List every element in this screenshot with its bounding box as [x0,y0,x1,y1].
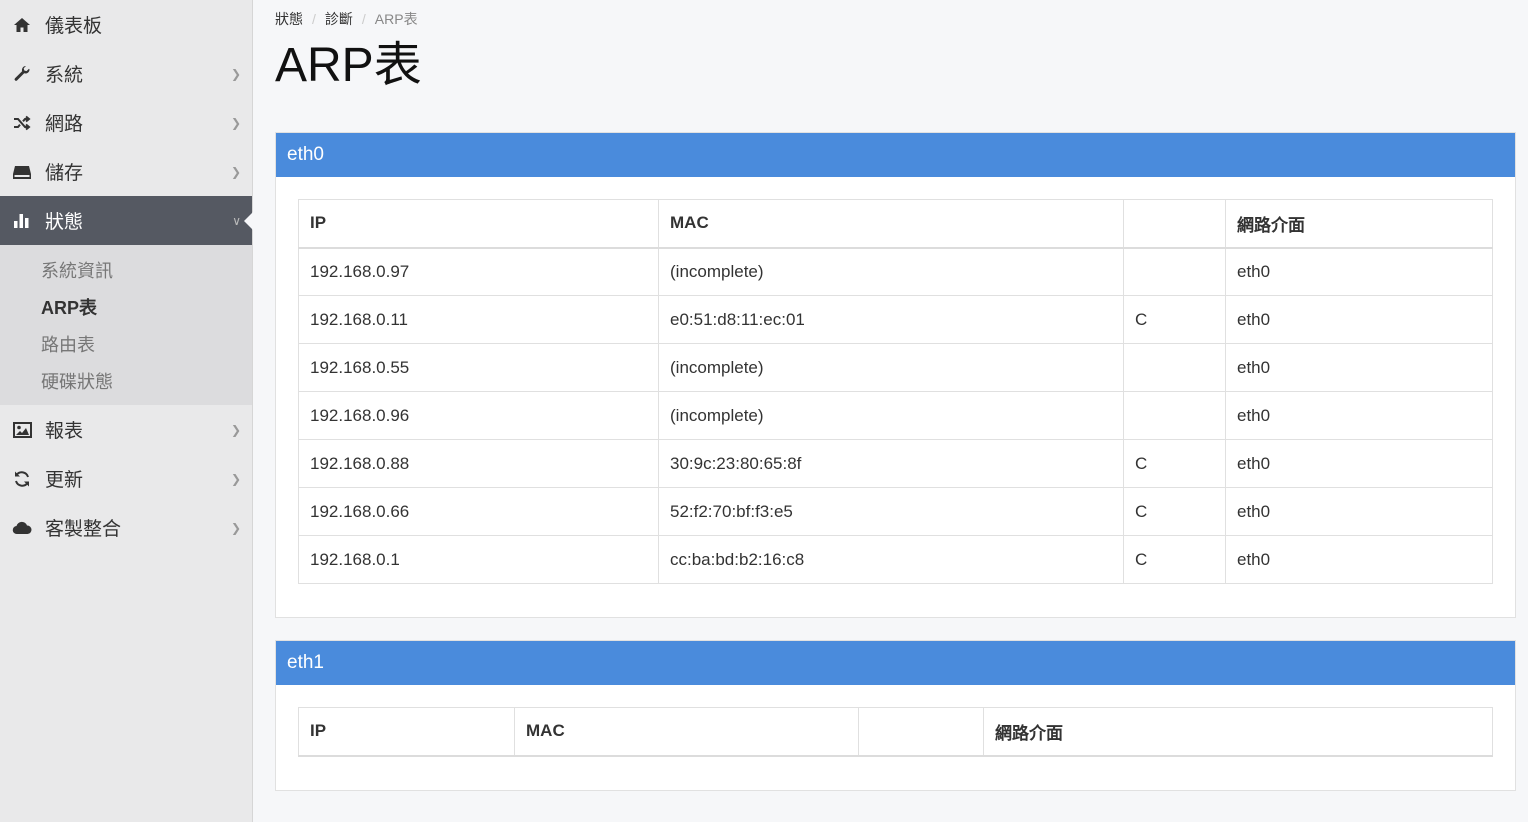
sidebar-item-label: 狀態 [45,212,84,233]
column-header-flags[interactable] [858,707,984,757]
bar-chart-icon [12,211,32,231]
chevron-right-icon: ❯ [230,471,241,486]
cell-flags: C [1123,535,1226,584]
table-header-row: IP MAC 網路介面 [298,707,1493,757]
arp-panel-eth1: eth1 IP MAC 網路介面 [275,640,1516,791]
home-icon [12,15,32,35]
table-row: 192.168.0.66 52:f2:70:bf:f3:e5 C eth0 [298,487,1493,536]
column-header-ip[interactable]: IP [298,707,515,757]
sidebar: 儀表板 系統 ❯ 網路 ❯ 儲存 ❯ 狀態 ∨ 系統資訊 ARP表 路由表 硬碟… [0,0,253,822]
status-submenu: 系統資訊 ARP表 路由表 硬碟狀態 [0,245,252,405]
cell-mac: (incomplete) [658,343,1124,392]
wrench-icon [12,64,32,84]
table-row: 192.168.0.11 e0:51:d8:11:ec:01 C eth0 [298,295,1493,344]
cell-ip: 192.168.0.55 [298,343,659,392]
cell-mac: e0:51:d8:11:ec:01 [658,295,1124,344]
submenu-item-disk-status[interactable]: 硬碟狀態 [0,362,252,399]
cell-interface: eth0 [1225,247,1493,296]
submenu-item-arp-table[interactable]: ARP表 [0,288,252,325]
sidebar-item-label: 儀表板 [45,16,103,37]
cell-flags: C [1123,295,1226,344]
table-row: 192.168.0.88 30:9c:23:80:65:8f C eth0 [298,439,1493,488]
column-header-interface[interactable]: 網路介面 [983,707,1493,757]
table-row: 192.168.0.96 (incomplete) eth0 [298,391,1493,440]
arp-panel-eth0: eth0 IP MAC 網路介面 192.168.0.97 (incomplet… [275,132,1516,618]
cell-ip: 192.168.0.88 [298,439,659,488]
panel-title: eth1 [276,641,1515,685]
column-header-ip[interactable]: IP [298,199,659,249]
sidebar-item-network[interactable]: 網路 ❯ [0,98,252,147]
panel-title: eth0 [276,133,1515,177]
chevron-right-icon: ❯ [230,115,241,130]
cell-flags [1123,391,1226,440]
table-row: 192.168.0.1 cc:ba:bd:b2:16:c8 C eth0 [298,535,1493,584]
cell-ip: 192.168.0.11 [298,295,659,344]
sidebar-item-reports[interactable]: 報表 ❯ [0,405,252,454]
cell-ip: 192.168.0.1 [298,535,659,584]
cell-mac: cc:ba:bd:b2:16:c8 [658,535,1124,584]
cell-flags: C [1123,439,1226,488]
page-title: ARP表 [275,39,422,92]
breadcrumb-diagnostics[interactable]: 診斷 [325,9,353,29]
cell-flags [1123,247,1226,296]
column-header-flags[interactable] [1123,199,1226,249]
breadcrumb-current: ARP表 [374,11,418,27]
cell-interface: eth0 [1225,439,1493,488]
table-header-row: IP MAC 網路介面 [298,199,1493,249]
cell-interface: eth0 [1225,535,1493,584]
sidebar-item-system[interactable]: 系統 ❯ [0,49,252,98]
cell-mac: (incomplete) [658,391,1124,440]
column-header-interface[interactable]: 網路介面 [1225,199,1493,249]
sidebar-item-label: 系統 [45,65,84,86]
cell-mac: 30:9c:23:80:65:8f [658,439,1124,488]
chevron-right-icon: ❯ [230,422,241,437]
sidebar-item-dashboard[interactable]: 儀表板 [0,0,252,49]
cell-ip: 192.168.0.96 [298,391,659,440]
main-content: 狀態 / 診斷 / ARP表 ARP表 eth0 IP MAC 網路介面 192… [275,0,1516,813]
sidebar-item-label: 客製整合 [45,519,122,540]
chevron-right-icon: ❯ [230,66,241,81]
cell-interface: eth0 [1225,343,1493,392]
cell-flags: C [1123,487,1226,536]
chevron-right-icon: ❯ [230,520,241,535]
cloud-icon [12,518,32,538]
cell-interface: eth0 [1225,295,1493,344]
cell-ip: 192.168.0.97 [298,247,659,296]
table-row: 192.168.0.97 (incomplete) eth0 [298,247,1493,296]
breadcrumb: 狀態 / 診斷 / ARP表 [275,9,1516,29]
sidebar-item-label: 更新 [45,470,84,491]
chevron-right-icon: ❯ [230,164,241,179]
breadcrumb-status[interactable]: 狀態 [275,9,303,29]
shuffle-icon [12,113,32,133]
table-row: 192.168.0.55 (incomplete) eth0 [298,343,1493,392]
sidebar-item-label: 報表 [45,421,84,442]
arp-table-eth1: IP MAC 網路介面 [298,707,1493,757]
cell-flags [1123,343,1226,392]
refresh-icon [12,469,32,489]
column-header-mac[interactable]: MAC [514,707,859,757]
cell-ip: 192.168.0.66 [298,487,659,536]
cell-interface: eth0 [1225,391,1493,440]
sidebar-item-label: 儲存 [45,163,84,184]
image-icon [12,420,32,440]
arp-table-eth0: IP MAC 網路介面 192.168.0.97 (incomplete) et… [298,199,1493,584]
breadcrumb-separator: / [312,11,316,27]
column-header-mac[interactable]: MAC [658,199,1124,249]
cell-interface: eth0 [1225,487,1493,536]
sidebar-item-storage[interactable]: 儲存 ❯ [0,147,252,196]
chevron-down-icon: ∨ [232,213,241,228]
cell-mac: 52:f2:70:bf:f3:e5 [658,487,1124,536]
hdd-icon [12,162,32,182]
sidebar-item-label: 網路 [45,114,84,135]
breadcrumb-separator: / [361,11,366,27]
sidebar-item-status[interactable]: 狀態 ∨ [0,196,252,245]
submenu-item-system-info[interactable]: 系統資訊 [0,251,252,288]
sidebar-item-update[interactable]: 更新 ❯ [0,454,252,503]
cell-mac: (incomplete) [658,247,1124,296]
sidebar-item-integration[interactable]: 客製整合 ❯ [0,503,252,552]
submenu-item-route-table[interactable]: 路由表 [0,325,252,362]
